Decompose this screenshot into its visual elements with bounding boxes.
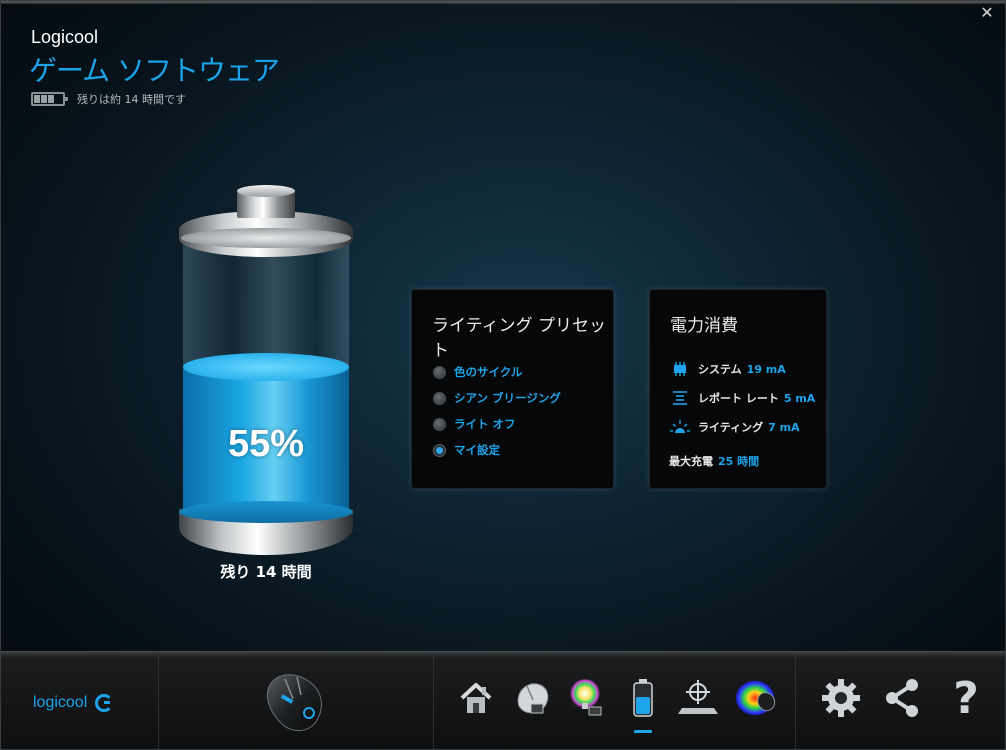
radio-button[interactable] <box>433 365 446 379</box>
power-value: 7 mA <box>768 420 800 434</box>
power-row-system: システム 19 mA <box>669 361 786 377</box>
battery-fill-surface <box>183 353 349 381</box>
power-label: システム <box>698 363 742 376</box>
preset-label: ライト オフ <box>454 417 516 431</box>
active-tab-indicator <box>634 730 652 733</box>
battery-base <box>179 501 353 555</box>
mouse-customize-icon[interactable] <box>509 675 555 721</box>
preset-list: 色のサイクル シアン ブリージング ライト オフ マイ設定 <box>433 359 561 463</box>
lighting-panel-title: ライティング プリセット <box>432 316 607 361</box>
lighting-sun-icon <box>669 420 691 434</box>
logicool-logo: logicool <box>33 694 114 712</box>
preset-label: マイ設定 <box>454 443 500 457</box>
chip-icon <box>669 362 691 376</box>
logo-text: logicool <box>33 694 88 711</box>
title-strip <box>1 1 1005 4</box>
power-label: レポート レート <box>698 392 779 405</box>
max-charge-label: 最大充電 <box>669 455 713 468</box>
power-panel-title: 電力消費 <box>670 316 738 336</box>
radio-button[interactable] <box>433 391 446 405</box>
lighting-preset-panel: ライティング プリセット 色のサイクル シアン ブリージング ライト オフ マイ… <box>411 289 614 489</box>
logo-g-icon <box>95 694 114 712</box>
app-title: ゲーム ソフトウェア <box>29 54 280 87</box>
heatmap-icon[interactable] <box>734 675 780 721</box>
pointer-settings-icon[interactable] <box>675 675 721 721</box>
battery-status-text: 残りは約 14 時間です <box>77 93 186 106</box>
battery-terminal-top <box>237 185 295 197</box>
divider <box>795 652 796 749</box>
app-window: ✕ Logicool ゲーム ソフトウェア 残りは約 14 時間です 55% 残… <box>0 0 1006 750</box>
divider <box>433 652 434 749</box>
preset-label: 色のサイクル <box>454 365 523 379</box>
battery-remaining: 残り 14 時間 <box>220 563 312 581</box>
power-row-report-rate: レポート レート 5 mA <box>669 390 815 406</box>
power-row-lighting: ライティング 7 mA <box>669 419 800 435</box>
preset-color-cycle[interactable]: 色のサイクル <box>433 359 561 385</box>
power-label: ライティング <box>698 421 764 434</box>
divider <box>158 652 159 749</box>
gear-icon[interactable] <box>818 675 864 721</box>
battery-percent: 55% <box>227 423 305 465</box>
preset-my-settings[interactable]: マイ設定 <box>433 437 561 463</box>
battery-icon[interactable] <box>620 675 666 721</box>
radio-button-selected[interactable] <box>433 443 446 457</box>
gaming-mouse-device-icon[interactable] <box>263 669 329 735</box>
battery-status: 残りは約 14 時間です <box>31 91 186 107</box>
brand-name: Logicool <box>31 27 99 47</box>
small-battery-icon <box>31 92 68 106</box>
share-icon[interactable] <box>879 675 925 721</box>
close-button[interactable]: ✕ <box>979 5 995 21</box>
power-value: 19 mA <box>746 362 786 376</box>
help-icon[interactable]: ? <box>943 673 989 724</box>
power-row-max-charge: 最大充電 25 時間 <box>669 453 759 469</box>
radio-button[interactable] <box>433 417 446 431</box>
report-rate-icon <box>669 391 691 405</box>
preset-label: シアン ブリージング <box>454 391 561 405</box>
home-icon[interactable] <box>453 675 499 721</box>
preset-cyan-breathing[interactable]: シアン ブリージング <box>433 385 561 411</box>
preset-lights-off[interactable]: ライト オフ <box>433 411 561 437</box>
max-charge-value: 25 時間 <box>718 455 760 468</box>
power-consumption-panel: 電力消費 システム 19 mA レポート レート 5 mA ライティング 7 m… <box>649 289 827 489</box>
power-value: 5 mA <box>783 391 816 405</box>
lighting-icon[interactable] <box>563 675 609 721</box>
battery-gauge: 55% <box>179 185 353 557</box>
